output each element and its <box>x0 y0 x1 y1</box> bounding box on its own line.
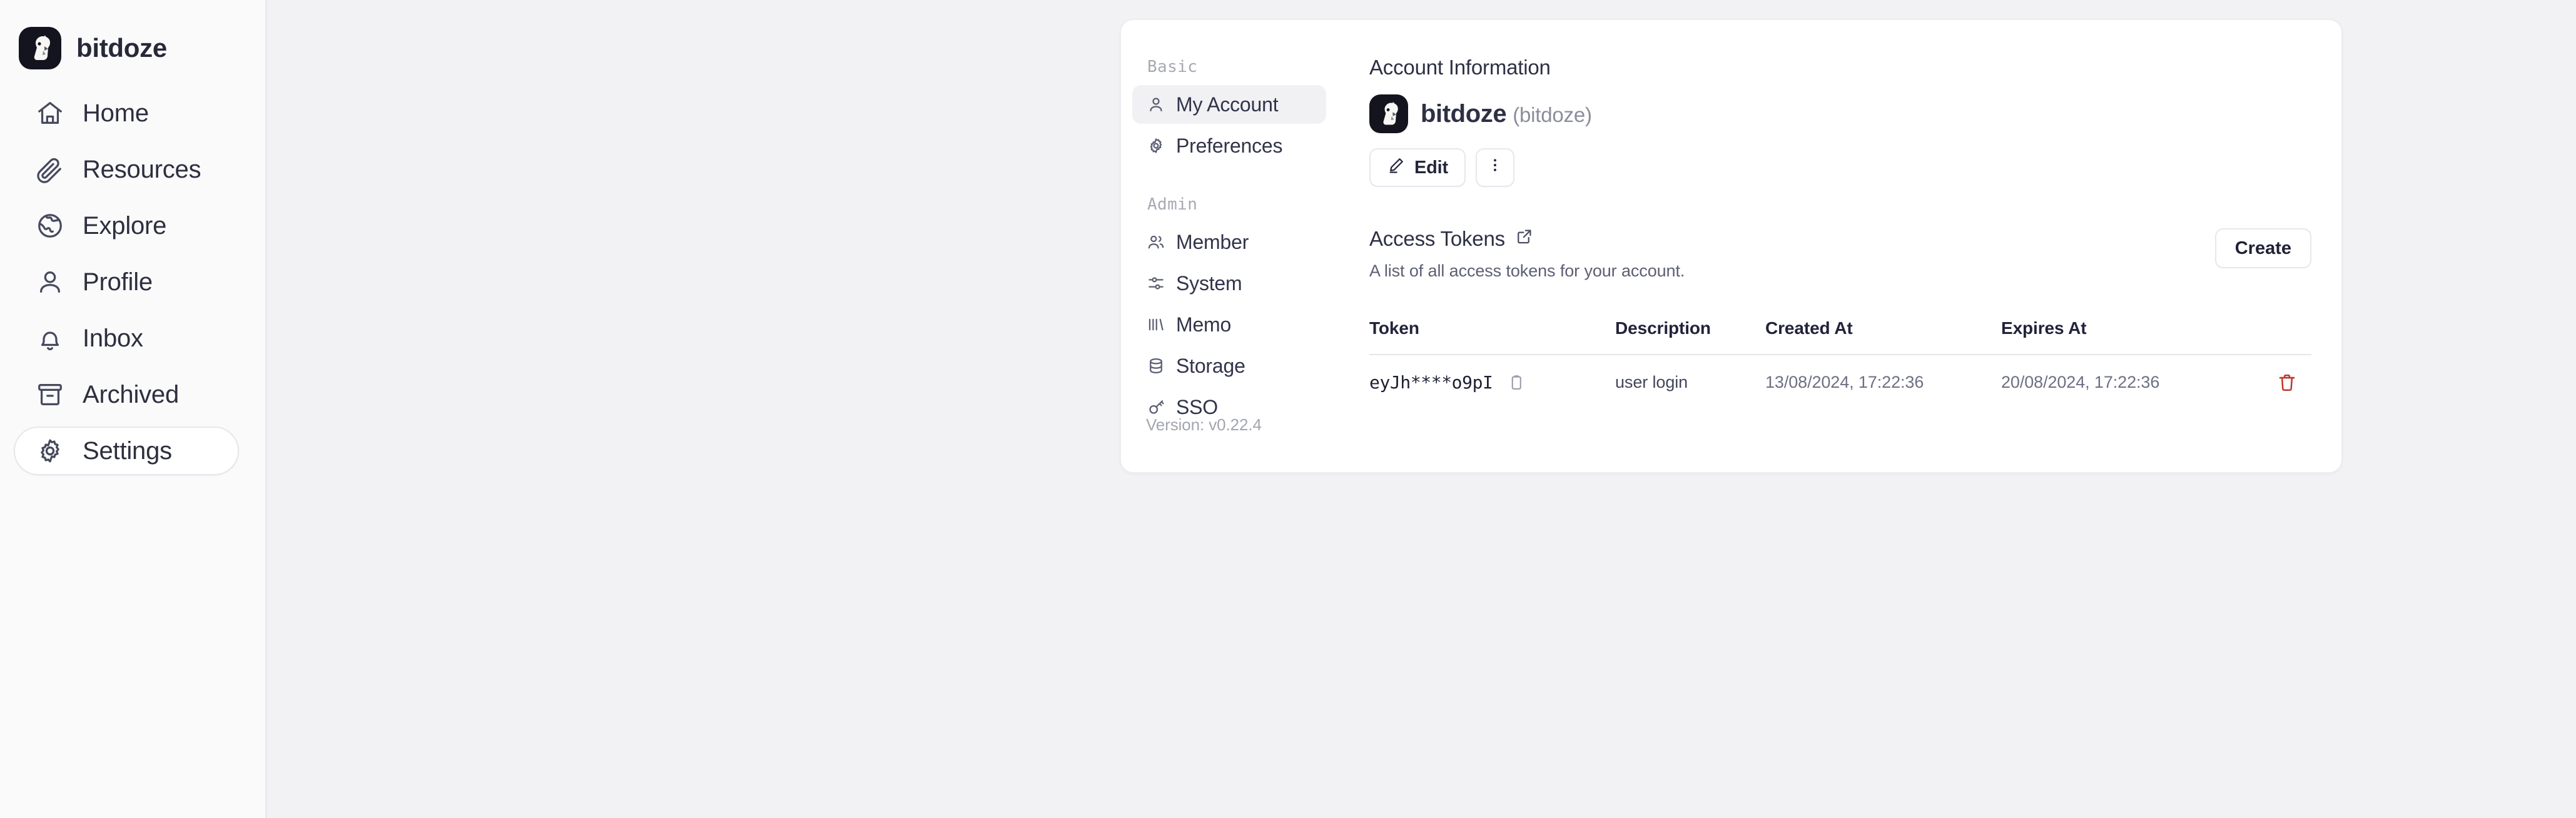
bell-icon <box>35 323 65 353</box>
create-token-button[interactable]: Create <box>2215 228 2311 268</box>
sidebar-item-archived[interactable]: Archived <box>14 370 239 419</box>
sidebar-item-label: Home <box>83 99 149 128</box>
user-icon <box>35 267 65 297</box>
account-identity: bitdoze (bitdoze) <box>1369 94 2311 133</box>
copy-icon[interactable] <box>1506 372 1527 393</box>
settings-content: Account Information bitdoze (bitdoze) <box>1340 20 2341 472</box>
settings-item-label: Preferences <box>1176 134 1282 158</box>
settings-item-storage[interactable]: Storage <box>1132 346 1326 385</box>
gear-icon <box>35 436 65 466</box>
column-header-token: Token <box>1369 318 1615 338</box>
table-header-row: Token Description Created At Expires At <box>1369 315 2311 342</box>
sliders-icon <box>1146 273 1166 293</box>
access-tokens-table: Token Description Created At Expires At … <box>1369 315 2311 410</box>
app-root: bitdoze Home Resources <box>0 0 2576 818</box>
settings-item-memo[interactable]: Memo <box>1132 305 1326 344</box>
access-tokens-title-row: Access Tokens <box>1369 227 1685 251</box>
kebab-menu-icon <box>1486 156 1504 179</box>
sidebar-nav: Home Resources Explore <box>0 89 265 475</box>
access-tokens-title-block: Access Tokens A list of all access token… <box>1369 227 1685 281</box>
bird-avatar-icon <box>19 27 61 69</box>
cell-actions <box>2249 371 2311 395</box>
cell-description: user login <box>1615 373 1765 392</box>
edit-button-label: Edit <box>1414 158 1448 178</box>
brand[interactable]: bitdoze <box>0 24 265 73</box>
settings-item-my-account[interactable]: My Account <box>1132 85 1326 124</box>
settings-nav: Basic My Account <box>1121 20 1340 472</box>
brand-name: bitdoze <box>76 33 167 63</box>
edit-button[interactable]: Edit <box>1369 148 1466 187</box>
version-label: Version: v0.22.4 <box>1146 415 1262 435</box>
access-tokens-title: Access Tokens <box>1369 227 1505 251</box>
cell-created-at: 13/08/2024, 17:22:36 <box>1765 373 2001 392</box>
sidebar-item-label: Settings <box>83 437 172 465</box>
bars-icon <box>1146 315 1166 335</box>
sidebar-item-settings[interactable]: Settings <box>14 427 239 475</box>
settings-item-label: My Account <box>1176 93 1278 116</box>
sidebar-item-label: Explore <box>83 212 166 240</box>
users-icon <box>1146 232 1166 252</box>
main-content: Basic My Account <box>267 0 2576 818</box>
main-sidebar: bitdoze Home Resources <box>0 0 267 818</box>
settings-card: Basic My Account <box>1120 19 2343 473</box>
settings-item-preferences[interactable]: Preferences <box>1132 126 1326 165</box>
paperclip-icon <box>35 154 65 184</box>
settings-group-basic: My Account Preferences <box>1121 85 1340 165</box>
settings-item-label: Member <box>1176 231 1249 254</box>
account-information-title: Account Information <box>1369 56 2311 79</box>
bird-avatar-icon <box>1369 94 1408 133</box>
user-icon <box>1146 94 1166 114</box>
sidebar-item-label: Inbox <box>83 325 143 353</box>
sidebar-item-label: Archived <box>83 381 179 409</box>
settings-group-title-basic: Basic <box>1121 58 1340 76</box>
account-actions: Edit <box>1369 148 2311 187</box>
settings-group-admin: Member System <box>1121 223 1340 427</box>
cell-expires-at: 20/08/2024, 17:22:36 <box>2001 373 2249 392</box>
key-icon <box>1146 397 1166 417</box>
external-link-icon[interactable] <box>1515 227 1534 251</box>
globe-icon <box>35 211 65 241</box>
more-options-button[interactable] <box>1476 148 1514 187</box>
access-tokens-subtitle: A list of all access tokens for your acc… <box>1369 261 1685 281</box>
column-header-created-at: Created At <box>1765 318 2001 338</box>
settings-item-label: Storage <box>1176 355 1245 378</box>
pencil-icon <box>1387 156 1406 179</box>
home-icon <box>35 98 65 128</box>
trash-icon[interactable] <box>2275 371 2299 395</box>
settings-item-label: System <box>1176 272 1242 295</box>
sidebar-item-home[interactable]: Home <box>14 89 239 138</box>
cell-token: eyJh****o9pI <box>1369 372 1615 393</box>
account-handle: (bitdoze) <box>1513 103 1592 126</box>
account-display-name: bitdoze <box>1421 100 1506 128</box>
sidebar-item-label: Resources <box>83 156 201 184</box>
sidebar-item-inbox[interactable]: Inbox <box>14 314 239 363</box>
sidebar-item-explore[interactable]: Explore <box>14 201 239 250</box>
sidebar-item-label: Profile <box>83 268 153 296</box>
database-icon <box>1146 356 1166 376</box>
settings-group-title-admin: Admin <box>1121 195 1340 214</box>
column-header-description: Description <box>1615 318 1765 338</box>
access-tokens-header: Access Tokens A list of all access token… <box>1369 227 2311 281</box>
sidebar-item-profile[interactable]: Profile <box>14 258 239 306</box>
sidebar-item-resources[interactable]: Resources <box>14 145 239 194</box>
column-header-expires-at: Expires At <box>2001 318 2249 338</box>
token-value: eyJh****o9pI <box>1369 372 1493 393</box>
settings-item-system[interactable]: System <box>1132 264 1326 303</box>
account-name-wrap: bitdoze (bitdoze) <box>1421 100 1592 128</box>
settings-item-label: Memo <box>1176 313 1231 336</box>
gear-icon <box>1146 136 1166 156</box>
archive-icon <box>35 380 65 410</box>
table-row: eyJh****o9pI user login 13/08/2024, 17:2… <box>1369 355 2311 410</box>
settings-item-member[interactable]: Member <box>1132 223 1326 261</box>
